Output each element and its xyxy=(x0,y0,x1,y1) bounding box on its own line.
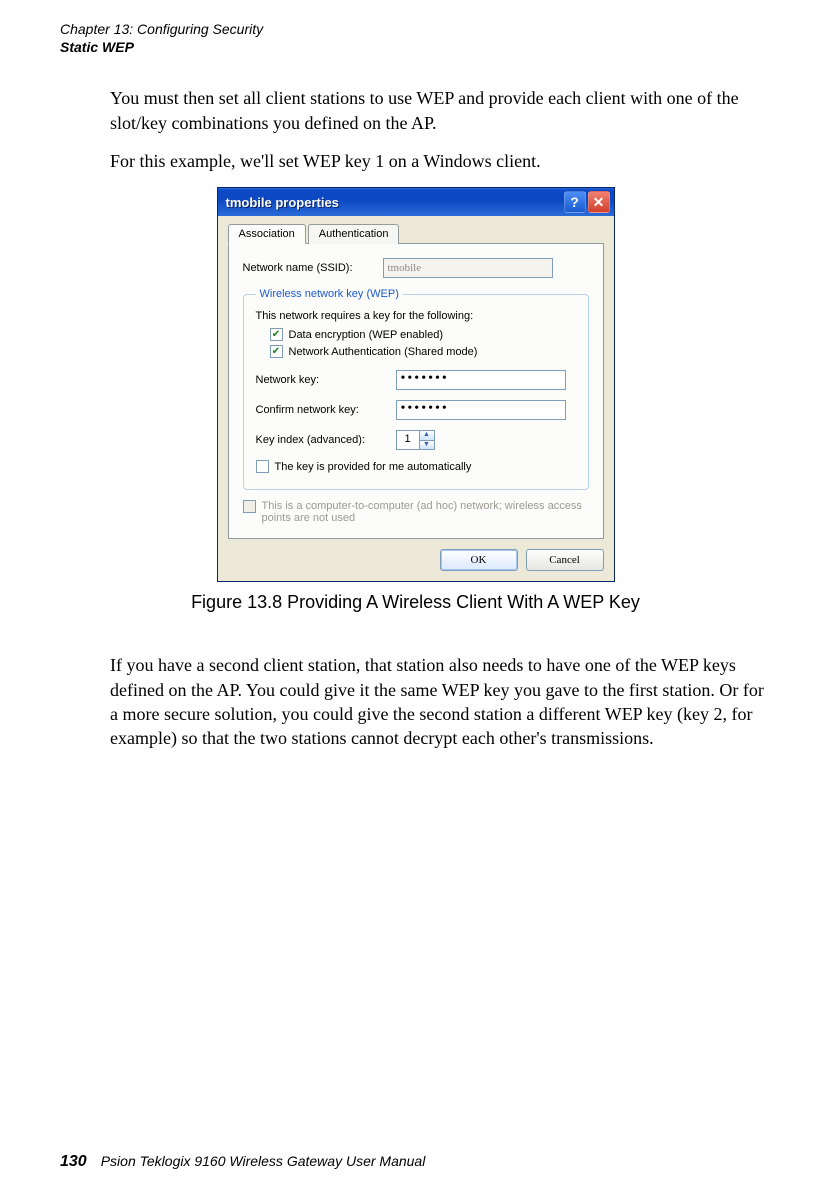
adhoc-text: This is a computer-to-computer (ad hoc) … xyxy=(262,500,589,524)
checkbox-data-encryption[interactable]: ✔ xyxy=(270,328,283,341)
network-key-input[interactable]: ••••••• xyxy=(396,370,566,390)
close-icon: ✕ xyxy=(593,194,605,211)
page-header: Chapter 13: Configuring Security Static … xyxy=(0,0,831,66)
wep-group-note: This network requires a key for the foll… xyxy=(256,310,576,322)
figure-caption: Figure 13.8 Providing A Wireless Client … xyxy=(191,592,640,613)
body-paragraph: You must then set all client stations to… xyxy=(110,86,771,135)
page-number: 130 xyxy=(60,1153,87,1171)
body-paragraph: If you have a second client station, tha… xyxy=(110,653,771,750)
checkbox-label: Network Authentication (Shared mode) xyxy=(289,346,478,358)
ok-button[interactable]: OK xyxy=(440,549,518,571)
body-paragraph: For this example, we'll set WEP key 1 on… xyxy=(110,149,771,173)
manual-title: Psion Teklogix 9160 Wireless Gateway Use… xyxy=(101,1153,426,1169)
wep-group-legend: Wireless network key (WEP) xyxy=(256,288,403,300)
checkbox-network-auth[interactable]: ✔ xyxy=(270,345,283,358)
help-button[interactable]: ? xyxy=(564,191,586,213)
tab-strip: Association Authentication xyxy=(228,224,604,244)
tab-association[interactable]: Association xyxy=(228,224,306,244)
chevron-down-icon[interactable]: ▼ xyxy=(420,440,434,449)
confirm-key-label: Confirm network key: xyxy=(256,404,396,416)
key-index-stepper[interactable]: 1 ▲ ▼ xyxy=(396,430,435,450)
key-index-label: Key index (advanced): xyxy=(256,434,396,446)
close-button[interactable]: ✕ xyxy=(588,191,610,213)
network-key-label: Network key: xyxy=(256,374,396,386)
chevron-up-icon[interactable]: ▲ xyxy=(420,431,434,440)
section-title: Static WEP xyxy=(60,38,771,56)
figure-container: tmobile properties ? ✕ Association Authe… xyxy=(0,187,831,613)
wep-group: Wireless network key (WEP) This network … xyxy=(243,288,589,490)
ssid-input xyxy=(383,258,553,278)
key-index-value: 1 xyxy=(397,431,419,449)
dialog-titlebar[interactable]: tmobile properties ? ✕ xyxy=(218,188,614,216)
checkbox-label: Data encryption (WEP enabled) xyxy=(289,329,444,341)
wireless-properties-dialog: tmobile properties ? ✕ Association Authe… xyxy=(217,187,615,582)
tab-panel-association: Network name (SSID): Wireless network ke… xyxy=(228,243,604,539)
dialog-title: tmobile properties xyxy=(226,195,562,210)
checkbox-label: The key is provided for me automatically xyxy=(275,461,472,473)
confirm-key-input[interactable]: ••••••• xyxy=(396,400,566,420)
checkbox-adhoc xyxy=(243,500,256,513)
chapter-title: Chapter 13: Configuring Security xyxy=(60,20,771,38)
cancel-button[interactable]: Cancel xyxy=(526,549,604,571)
ssid-label: Network name (SSID): xyxy=(243,262,383,274)
page-footer: 130 Psion Teklogix 9160 Wireless Gateway… xyxy=(0,1153,831,1171)
checkbox-auto-key[interactable] xyxy=(256,460,269,473)
tab-authentication[interactable]: Authentication xyxy=(308,224,400,244)
